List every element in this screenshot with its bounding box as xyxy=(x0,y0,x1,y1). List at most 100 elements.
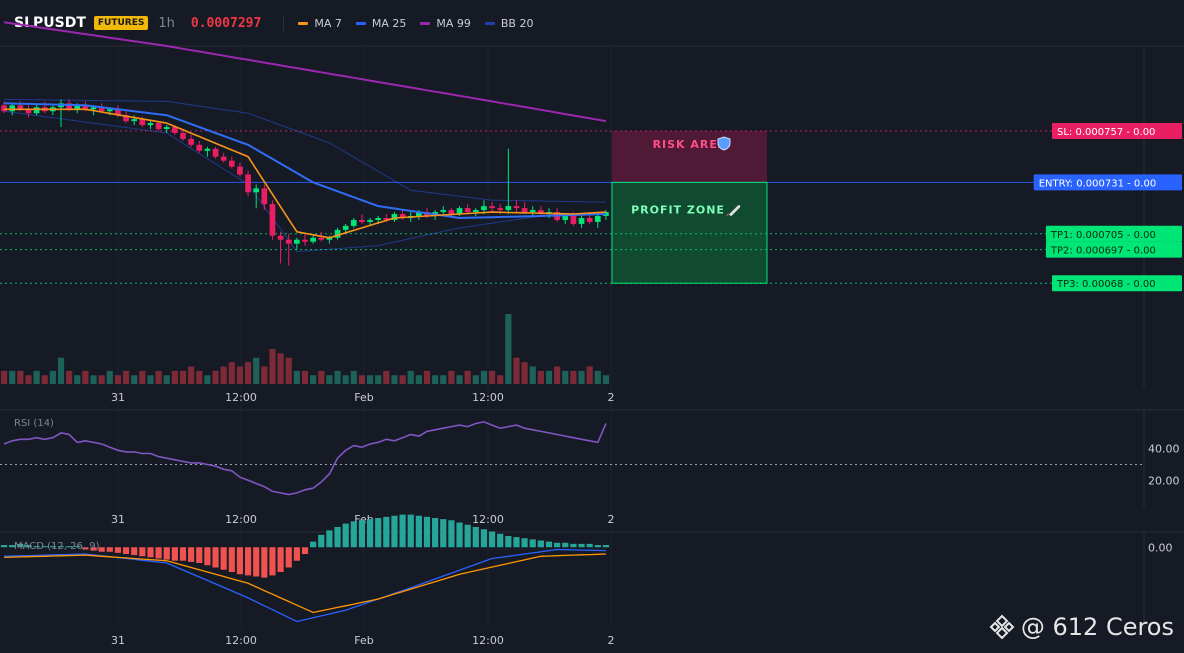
volume-bar xyxy=(342,375,349,384)
macd-histogram-bar xyxy=(350,521,357,548)
macd-histogram-bar xyxy=(602,545,610,548)
volume-bar xyxy=(261,366,268,384)
volume-bar xyxy=(139,370,146,384)
watermark: @ 612 Ceros xyxy=(989,613,1174,641)
candle-body xyxy=(505,206,512,211)
volume-bar xyxy=(326,375,333,384)
candle-body xyxy=(188,138,194,145)
candle-body xyxy=(220,156,227,161)
candle-body xyxy=(521,208,528,213)
candle-body xyxy=(1,105,7,112)
volume-bar xyxy=(554,366,561,384)
macd-histogram-bar xyxy=(244,547,252,576)
time-tick-label: 12:00 xyxy=(225,634,257,647)
volume-bar xyxy=(277,353,284,384)
bb-upper-band xyxy=(4,98,606,203)
macd-histogram-bar xyxy=(497,533,504,548)
candle-body xyxy=(448,210,455,215)
risk-area-label: RISK AREA xyxy=(653,138,728,151)
candle-body xyxy=(570,216,577,224)
candle-body xyxy=(375,217,382,220)
level-tag: TP1: 0.000705 - 0.00 xyxy=(1045,225,1182,242)
time-tick-label: 12:00 xyxy=(472,513,504,526)
volume-bar xyxy=(480,370,488,384)
volume-bar xyxy=(163,375,170,384)
candle-body xyxy=(359,219,365,222)
volume-bar xyxy=(383,370,390,384)
macd-histogram-bar xyxy=(310,541,317,548)
candle-body xyxy=(9,105,16,112)
candle-body xyxy=(497,208,504,211)
volume-bar xyxy=(98,375,105,384)
volume-bar xyxy=(448,370,455,384)
volume-bar xyxy=(236,366,244,384)
volume-bar xyxy=(82,370,89,384)
candle-body xyxy=(261,188,268,205)
candle-body xyxy=(464,208,471,213)
macd-histogram-bar xyxy=(293,547,300,561)
volume-bar xyxy=(594,370,601,384)
volume-bar xyxy=(122,370,130,384)
candle-body xyxy=(196,144,203,151)
rsi-tick-label: 20.00 xyxy=(1148,474,1180,487)
volume-bar xyxy=(188,366,195,384)
candle-body xyxy=(562,216,569,220)
chart-canvas[interactable]: 31313112:0012:0012:00FebFebFeb12:0012:00… xyxy=(0,0,1184,653)
macd-histogram-bar xyxy=(342,523,349,548)
volume-bar xyxy=(562,370,569,384)
candle-body xyxy=(481,206,487,211)
volume-bar xyxy=(90,375,97,384)
macd-histogram-bar xyxy=(513,537,520,548)
volume-bar xyxy=(285,357,292,384)
rsi-tick-label: 40.00 xyxy=(1148,443,1180,456)
time-tick-label: 2 xyxy=(608,634,615,647)
level-tag: ENTRY: 0.000731 - 0.00 xyxy=(1033,174,1182,191)
macd-histogram-bar xyxy=(114,547,122,553)
macd-histogram-bar xyxy=(383,516,390,548)
candle-body xyxy=(180,132,186,139)
candle-body xyxy=(269,204,276,236)
candle-body xyxy=(33,107,40,114)
volume-bar xyxy=(57,357,65,384)
time-tick-label: 31 xyxy=(111,391,125,404)
level-tag-text: ENTRY: 0.000731 - 0.00 xyxy=(1039,178,1157,189)
candle-body xyxy=(131,119,138,122)
volume-bar xyxy=(602,375,610,384)
volume-bar xyxy=(505,314,512,384)
volume-bar xyxy=(545,370,553,384)
volume-bar xyxy=(74,375,81,384)
macd-histogram-bar xyxy=(358,520,366,548)
macd-histogram-bar xyxy=(399,514,406,548)
volume-bar xyxy=(432,375,439,384)
volume-bar xyxy=(415,375,422,384)
volume-bar xyxy=(301,370,309,384)
macd-histogram-bar xyxy=(204,547,211,566)
volume-bar xyxy=(204,375,211,384)
macd-histogram-bar xyxy=(188,547,195,562)
time-tick-label: 12:00 xyxy=(472,391,504,404)
time-tick-label: 2 xyxy=(608,391,615,404)
candle-body xyxy=(253,188,260,193)
macd-signal-line xyxy=(4,553,606,614)
volume-bar xyxy=(529,366,536,384)
candle-body xyxy=(594,216,601,222)
volume-bar xyxy=(358,375,366,384)
macd-histogram-bar xyxy=(147,547,154,558)
macd-histogram-bar xyxy=(220,547,227,570)
candle-body xyxy=(489,206,495,209)
volume-bar xyxy=(456,375,463,384)
volume-bar xyxy=(0,370,8,384)
volume-bar xyxy=(350,370,357,384)
volume-bar xyxy=(228,362,235,384)
candle-body xyxy=(277,235,284,240)
time-tick-label: Feb xyxy=(354,391,373,404)
macd-histogram-bar xyxy=(578,543,585,548)
macd-histogram-bar xyxy=(537,540,544,548)
candle-body xyxy=(237,166,243,175)
macd-histogram-bar xyxy=(505,536,512,548)
volume-bar xyxy=(41,375,48,384)
time-tick-label: Feb xyxy=(354,634,373,647)
macd-histogram-bar xyxy=(228,547,235,572)
macd-histogram-bar xyxy=(440,519,447,548)
macd-pane-label: MACD (12, 26, 9) xyxy=(14,541,100,552)
